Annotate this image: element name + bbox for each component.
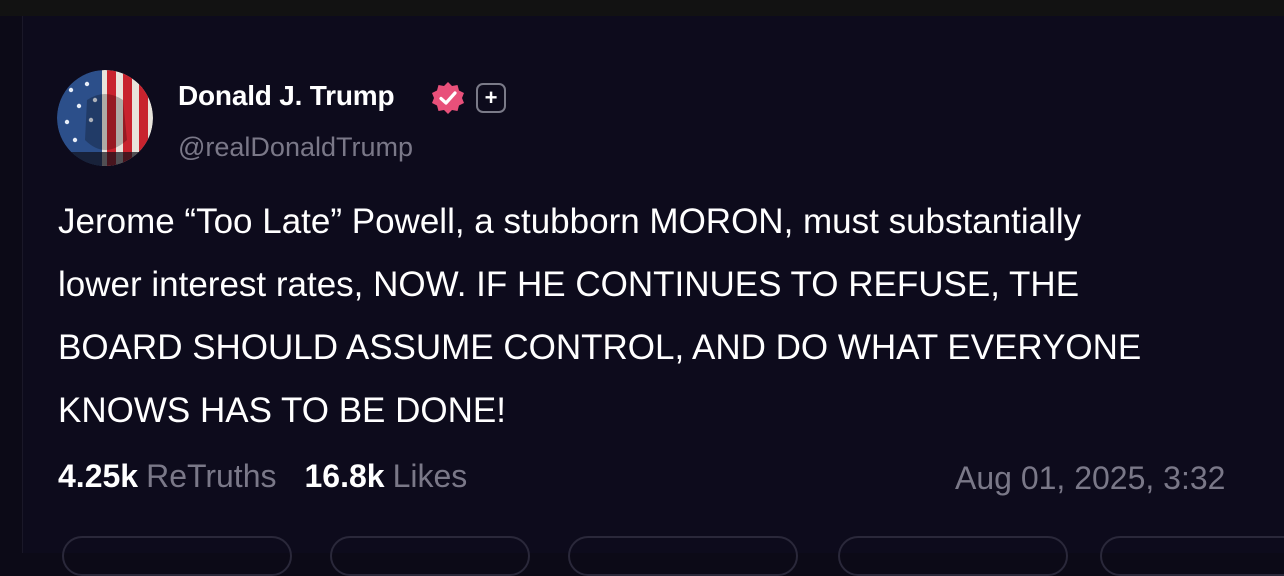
verified-badge-icon	[430, 80, 466, 116]
retruths-label[interactable]: ReTruths	[146, 458, 276, 494]
likes-label[interactable]: Likes	[393, 458, 468, 494]
avatar-image	[57, 70, 153, 166]
post-timestamp: Aug 01, 2025, 3:32	[955, 460, 1226, 496]
plus-badge: +	[476, 83, 506, 113]
reply-button[interactable]	[62, 536, 292, 576]
post-text: Jerome “Too Late” Powell, a stubborn MOR…	[58, 202, 1142, 430]
post-stats: 4.25k ReTruths 16.8k Likes	[58, 458, 467, 495]
retruths-count[interactable]: 4.25k	[58, 458, 138, 494]
avatar[interactable]	[57, 70, 153, 166]
retruth-button[interactable]	[330, 536, 530, 576]
top-bar	[0, 0, 1284, 16]
like-button[interactable]	[568, 536, 798, 576]
author-name[interactable]: Donald J. Trump	[178, 80, 395, 112]
more-button[interactable]	[1100, 536, 1284, 576]
likes-count[interactable]: 16.8k	[304, 458, 384, 494]
share-button[interactable]	[838, 536, 1068, 576]
author-handle[interactable]: @realDonaldTrump	[178, 132, 413, 163]
